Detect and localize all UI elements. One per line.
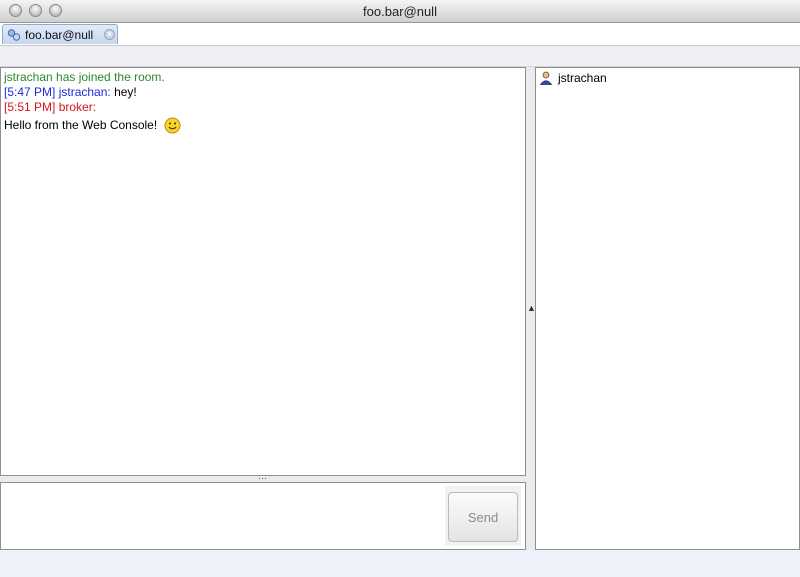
- chat-message: [5:47 PM] jstrachan: hey!: [4, 85, 522, 100]
- message-timestamp: [5:47 PM]: [4, 85, 56, 99]
- message-sender: broker:: [58, 100, 97, 114]
- window-titlebar: foo.bar@null: [0, 0, 800, 23]
- message-timestamp: [5:51 PM]: [4, 100, 56, 114]
- user-icon: [539, 71, 553, 85]
- window-title: foo.bar@null: [363, 4, 437, 19]
- message-input[interactable]: [3, 485, 443, 549]
- message-text: hey!: [114, 85, 137, 99]
- chat-message: [5:51 PM] broker:: [4, 100, 522, 115]
- window-bottom-area: [0, 550, 800, 577]
- toolbar-strip: [0, 46, 800, 67]
- smiley-icon: [164, 117, 181, 134]
- occupant-name: jstrachan: [558, 71, 607, 85]
- tab-bar: foo.bar@null ×: [0, 23, 800, 46]
- system-message: jstrachan has joined the room.: [4, 70, 165, 84]
- send-button-container: Send: [445, 486, 521, 546]
- tab-label: foo.bar@null: [25, 28, 94, 42]
- chat-message-body: Hello from the Web Console!: [4, 115, 522, 135]
- message-sender: jstrachan:: [58, 85, 111, 99]
- chat-room-icon: [7, 29, 21, 41]
- send-button[interactable]: Send: [448, 492, 518, 542]
- close-tab-icon[interactable]: ×: [104, 29, 115, 40]
- message-text: Hello from the Web Console!: [4, 118, 158, 132]
- occupant-list: jstrachan: [535, 67, 800, 550]
- tab-chat-room[interactable]: foo.bar@null ×: [2, 24, 118, 44]
- vertical-splitter[interactable]: ▲: [526, 67, 536, 550]
- chat-transcript: jstrachan has joined the room. [5:47 PM]…: [0, 67, 526, 476]
- message-compose-area: Send: [0, 482, 526, 550]
